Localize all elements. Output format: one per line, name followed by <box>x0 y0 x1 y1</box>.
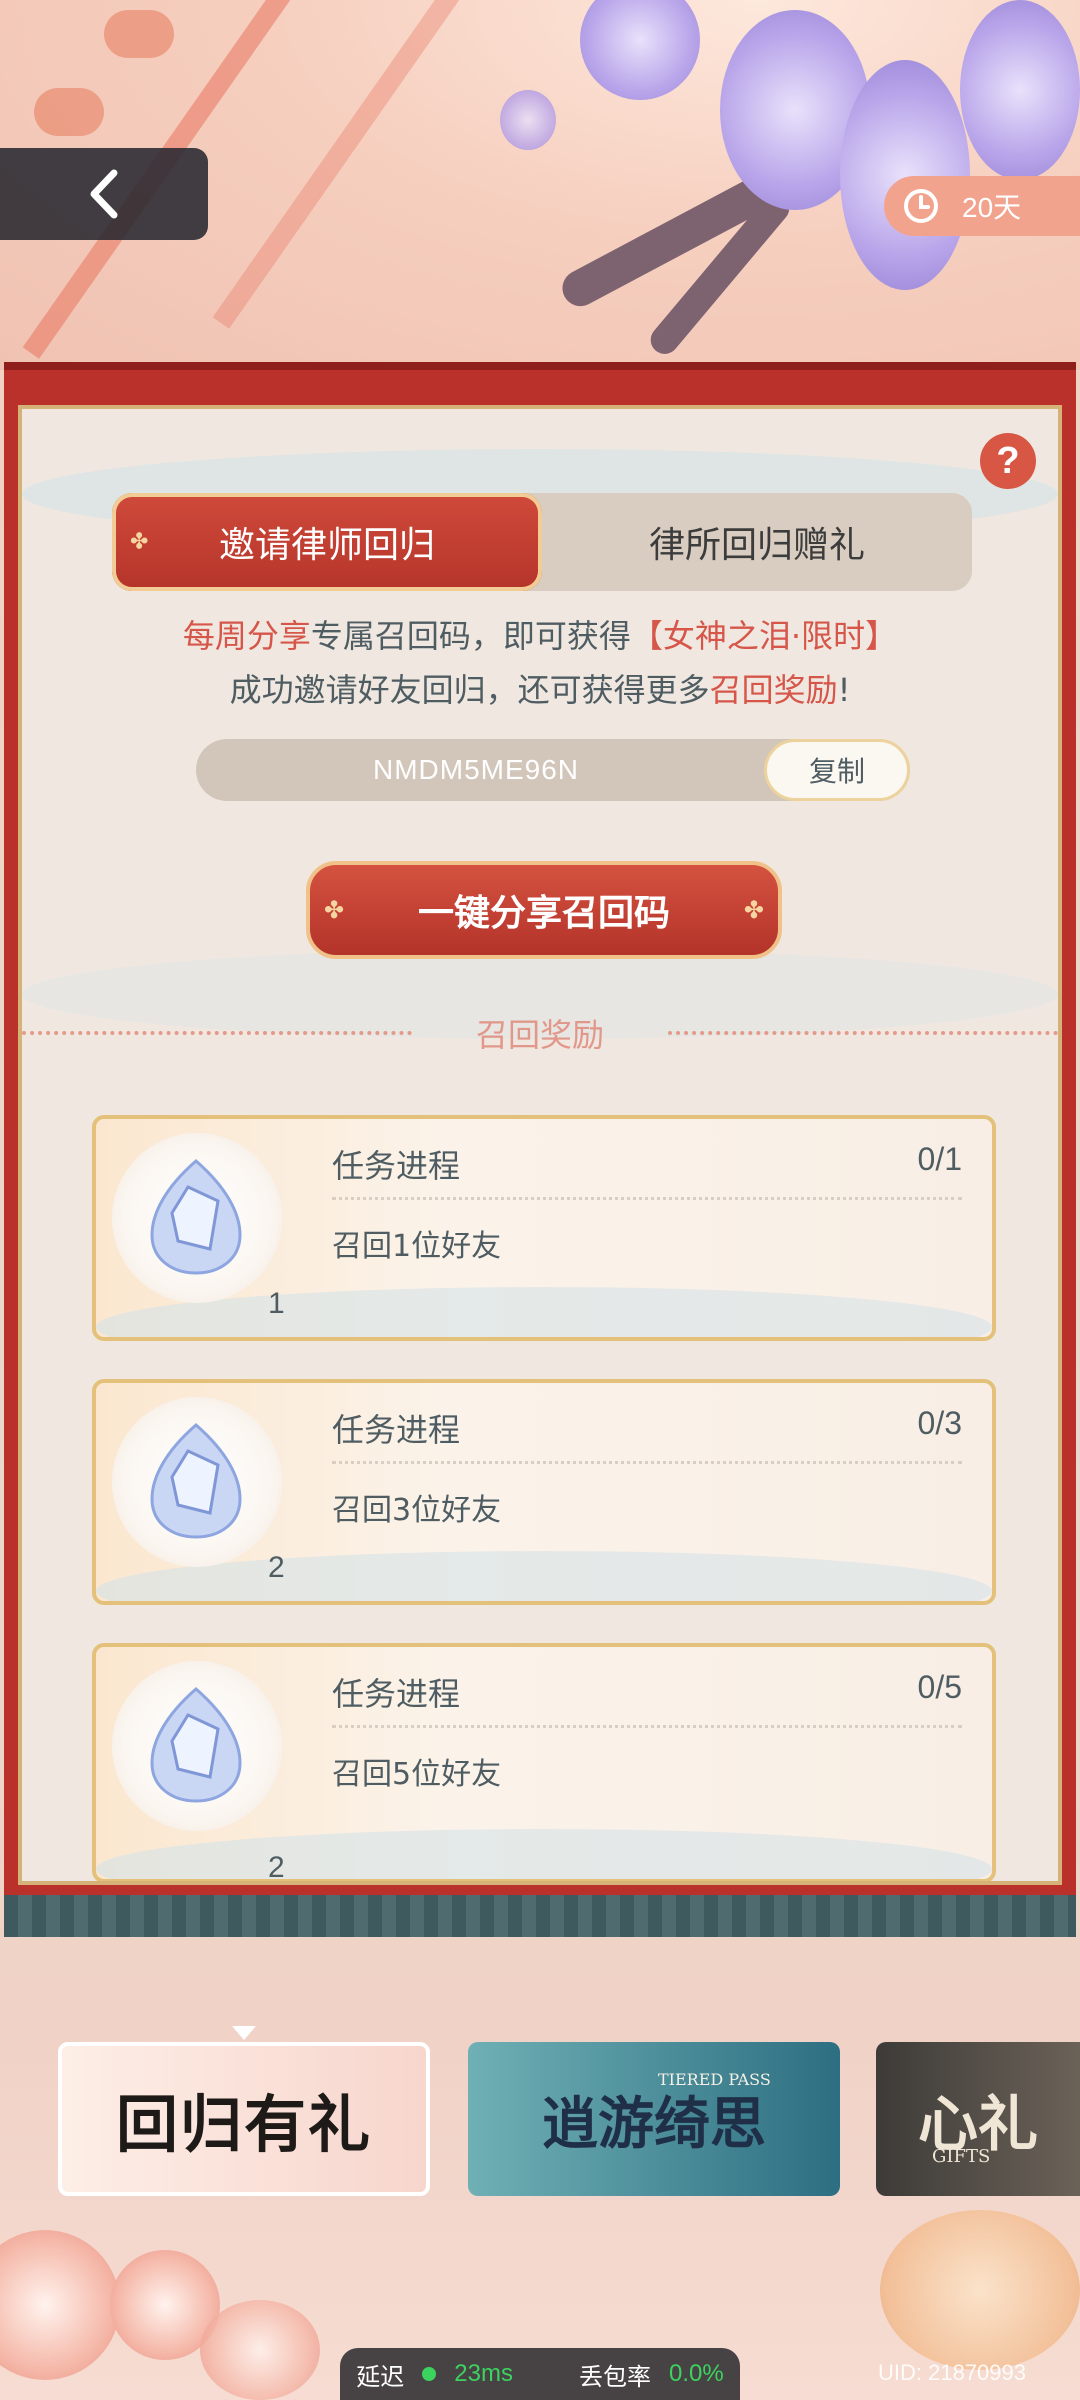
flower-decoration <box>200 2300 320 2400</box>
copy-button[interactable]: 复制 <box>764 739 910 801</box>
tab-invite-lawyers[interactable]: ✤ 邀请律师回归 <box>112 493 542 591</box>
selected-pointer-icon <box>232 2026 256 2040</box>
share-label: 一键分享召回码 <box>417 893 670 934</box>
divider-right <box>668 1031 1058 1035</box>
info-highlight: 【女神之泪·限时】 <box>630 617 898 655</box>
chevron-left-icon <box>90 169 118 219</box>
latency-value: 23ms <box>454 2360 513 2387</box>
ornament-icon: ✤ <box>130 529 149 555</box>
task-title: 任务进程 <box>332 1411 461 1449</box>
tab-firm-return-gifts[interactable]: 律所回归赠礼 <box>542 493 972 591</box>
ornament-icon: ✤ <box>743 896 764 924</box>
recall-panel: ? ✤ 邀请律师回归 律所回归赠礼 每周分享专属召回码，即可获得【女神之泪·限时… <box>18 405 1062 1885</box>
info-highlight: 每周分享 <box>182 617 311 655</box>
info-line-1: 每周分享专属召回码，即可获得【女神之泪·限时】 <box>22 611 1058 657</box>
reward-icon-frame <box>112 1397 282 1567</box>
card-title: 回归有礼 <box>115 2088 372 2161</box>
task-description: 召回1位好友 <box>332 1229 502 1264</box>
copy-label: 复制 <box>808 755 865 788</box>
back-button[interactable] <box>0 148 208 240</box>
task-progress: 0/3 <box>917 1405 962 1441</box>
reward-card: 1 任务进程 0/1 召回1位好友 <box>92 1115 996 1341</box>
task-description: 召回5位好友 <box>332 1757 502 1792</box>
recall-code: NMDM5ME96N <box>372 754 580 785</box>
lantern-decoration <box>34 88 104 136</box>
wisteria-decoration <box>960 0 1080 180</box>
network-status-bar: 延迟 23ms 丢包率 0.0% <box>340 2348 740 2400</box>
dotted-separator <box>332 1725 962 1728</box>
tab-label: 律所回归赠礼 <box>648 525 865 566</box>
share-code-button[interactable]: ✤ 一键分享召回码 ✤ <box>306 861 782 959</box>
panel-bottom-border <box>4 1895 1076 1937</box>
reward-icon-frame <box>112 1133 282 1303</box>
reward-quantity: 2 <box>268 1551 285 1584</box>
info-text: ! <box>837 671 851 709</box>
reward-quantity: 1 <box>268 1287 285 1320</box>
clock-icon <box>904 189 938 223</box>
info-line-2: 成功邀请好友回归，还可获得更多召回奖励! <box>22 665 1058 711</box>
event-card-return-gifts[interactable]: 回归有礼 <box>58 2042 430 2196</box>
reward-quantity: 2 <box>268 1851 285 1883</box>
packet-loss-value: 0.0% <box>668 2360 724 2387</box>
lantern-decoration <box>104 10 174 58</box>
task-progress: 0/5 <box>917 1669 962 1705</box>
task-title: 任务进程 <box>332 1675 461 1713</box>
info-highlight: 召回奖励 <box>709 671 838 709</box>
task-description: 召回3位好友 <box>332 1493 502 1528</box>
goddess-tear-gem-icon <box>150 1687 242 1803</box>
reward-icon-frame <box>112 1661 282 1831</box>
event-card-tiered-pass[interactable]: TIERED PASS 逍游绮思 <box>468 2042 840 2196</box>
task-progress: 0/1 <box>917 1141 962 1177</box>
event-timer: 20天 <box>884 176 1080 236</box>
latency-label: 延迟 <box>356 2362 405 2391</box>
wisteria-decoration <box>840 60 970 290</box>
tab-bar: ✤ 邀请律师回归 律所回归赠礼 <box>112 493 972 591</box>
info-text: 成功邀请好友回归，还可获得更多 <box>229 671 710 709</box>
event-carousel: 回归有礼 TIERED PASS 逍游绮思 心礼 GIFTS <box>0 2026 1080 2196</box>
timer-text: 20天 <box>962 192 1022 223</box>
packet-loss-label: 丢包率 <box>578 2362 651 2391</box>
recall-code-row: NMDM5ME96N 复制 <box>196 739 910 801</box>
card-title: 逍游绮思 <box>542 2090 766 2157</box>
latency-indicator-icon <box>422 2367 437 2381</box>
dotted-separator <box>332 1197 962 1200</box>
goddess-tear-gem-icon <box>150 1423 242 1539</box>
flower-decoration <box>0 2230 120 2380</box>
reward-card: 2 任务进程 0/3 召回3位好友 <box>92 1379 996 1605</box>
flower-decoration <box>880 2210 1080 2370</box>
cloud-decoration <box>96 1829 992 1879</box>
ornament-icon: ✤ <box>324 896 345 924</box>
task-title: 任务进程 <box>332 1147 461 1185</box>
help-label: ? <box>996 439 1020 482</box>
card-subtitle: TIERED PASS <box>658 2070 771 2089</box>
user-id: UID: 21870993 <box>878 2360 1026 2385</box>
dotted-separator <box>332 1461 962 1464</box>
ribbon-decoration <box>212 0 528 329</box>
reward-card: 2 任务进程 0/5 召回5位好友 <box>92 1643 996 1883</box>
wisteria-decoration <box>580 0 700 100</box>
petal-decoration <box>500 90 556 150</box>
tab-label: 邀请律师回归 <box>218 525 435 566</box>
event-card-gifts[interactable]: 心礼 GIFTS <box>876 2042 1080 2196</box>
help-button[interactable]: ? <box>980 433 1036 489</box>
goddess-tear-gem-icon <box>150 1159 242 1275</box>
card-subtitle: GIFTS <box>932 2146 991 2167</box>
info-text: 专属召回码，即可获得 <box>310 617 631 655</box>
